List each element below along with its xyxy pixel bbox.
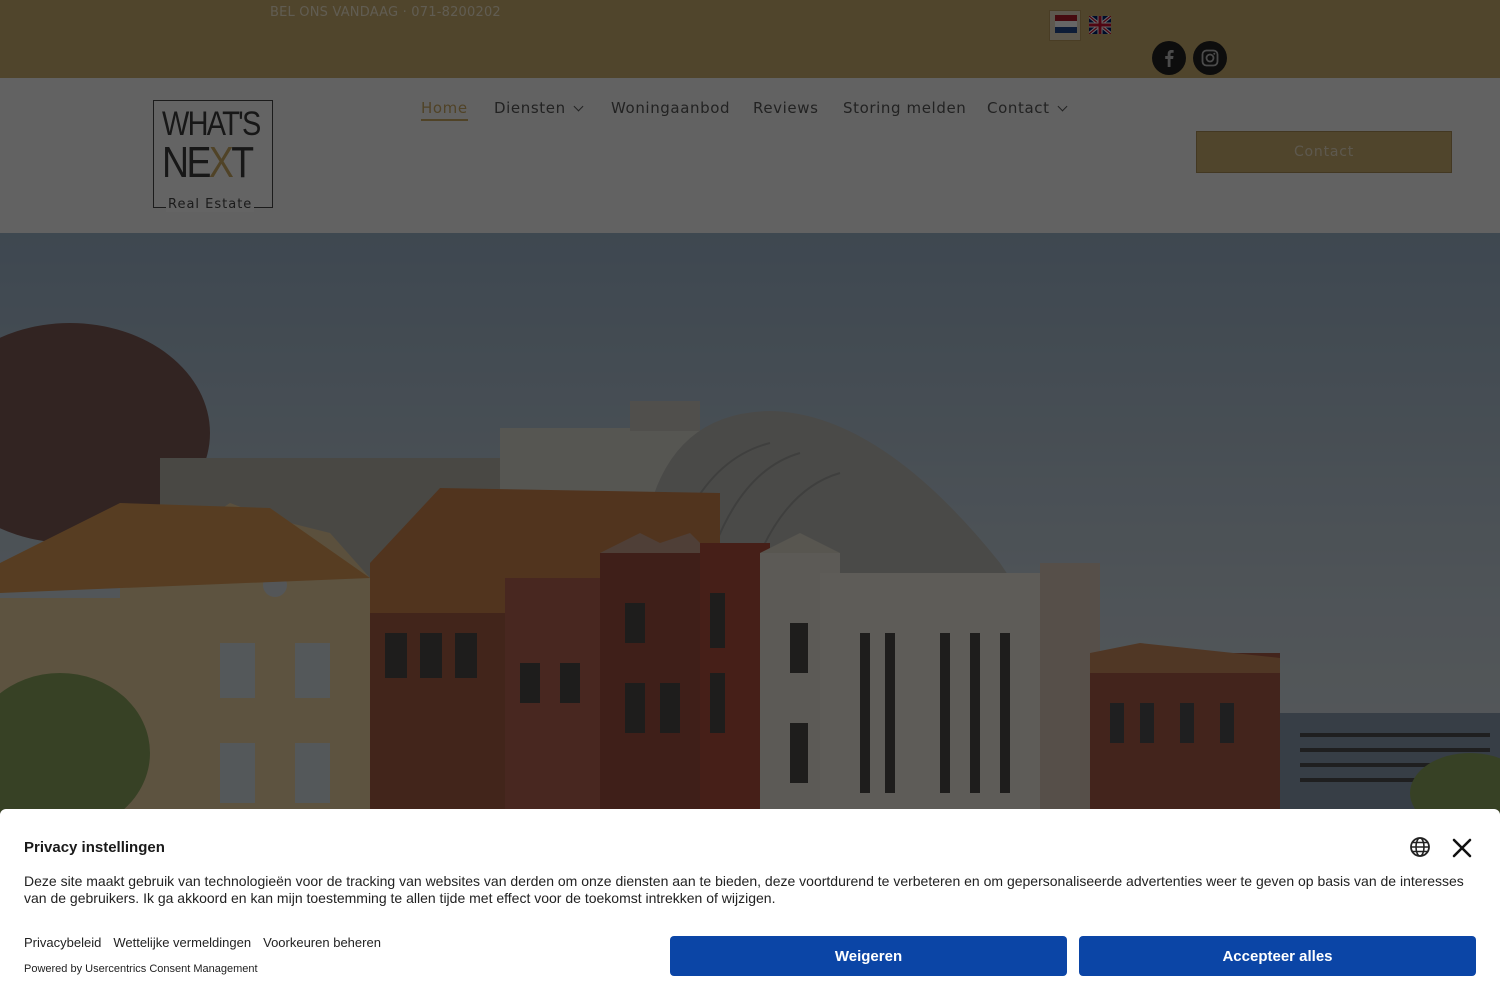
powered-by-text: Powered by Usercentrics Consent Manageme… [24, 963, 258, 975]
site-logo[interactable]: WHAT'S NEXT Real Estate [153, 100, 273, 212]
privacy-policy-link[interactable]: Privacybeleid [24, 935, 101, 950]
nav-home[interactable]: Home [421, 99, 468, 121]
hero-image [0, 233, 1500, 813]
manage-preferences-link[interactable]: Voorkeuren beheren [263, 935, 381, 950]
logo-line-2: NEXT [162, 138, 254, 187]
facebook-icon [1165, 50, 1174, 67]
nav-reviews[interactable]: Reviews [753, 99, 819, 117]
close-icon[interactable] [1451, 837, 1473, 859]
deny-button[interactable]: Weigeren [670, 936, 1067, 976]
instagram-icon [1201, 49, 1219, 67]
consent-description: Deze site maakt gebruik van technologieë… [24, 873, 1464, 906]
logo-line-2b: T [231, 138, 254, 187]
nav-diensten-label: Diensten [494, 99, 566, 117]
logo-x: X [208, 138, 234, 187]
nav-contact-label: Contact [987, 99, 1050, 117]
privacy-consent-banner: Privacy instellingen Deze site maakt geb… [0, 809, 1500, 1000]
chevron-down-icon [1057, 101, 1068, 112]
nav-diensten[interactable]: Diensten [494, 99, 584, 117]
facebook-button[interactable] [1152, 41, 1186, 75]
accept-all-button[interactable]: Accepteer alles [1079, 936, 1476, 976]
uk-flag-icon[interactable] [1089, 16, 1111, 34]
instagram-button[interactable] [1193, 41, 1227, 75]
hero-street-illustration [0, 323, 1500, 813]
nav-contact[interactable]: Contact [987, 99, 1068, 117]
phone-text[interactable]: BEL ONS VANDAAG · 071-8200202 [270, 5, 501, 20]
logo-line-2a: NE [162, 138, 211, 187]
nl-flag-icon[interactable] [1055, 15, 1077, 33]
nav-storing-melden[interactable]: Storing melden [843, 99, 966, 117]
logo-tagline: Real Estate [166, 197, 255, 212]
contact-button[interactable]: Contact [1196, 131, 1452, 173]
top-bar: BEL ONS VANDAAG · 071-8200202 [0, 0, 1500, 78]
globe-icon[interactable] [1409, 836, 1431, 858]
consent-links: Privacybeleid Wettelijke vermeldingen Vo… [24, 935, 381, 950]
consent-title: Privacy instellingen [24, 839, 165, 856]
chevron-down-icon [573, 101, 584, 112]
legal-notice-link[interactable]: Wettelijke vermeldingen [113, 935, 251, 950]
nav-woningaanbod[interactable]: Woningaanbod [611, 99, 730, 117]
logo-line-1: WHAT'S [162, 105, 261, 143]
